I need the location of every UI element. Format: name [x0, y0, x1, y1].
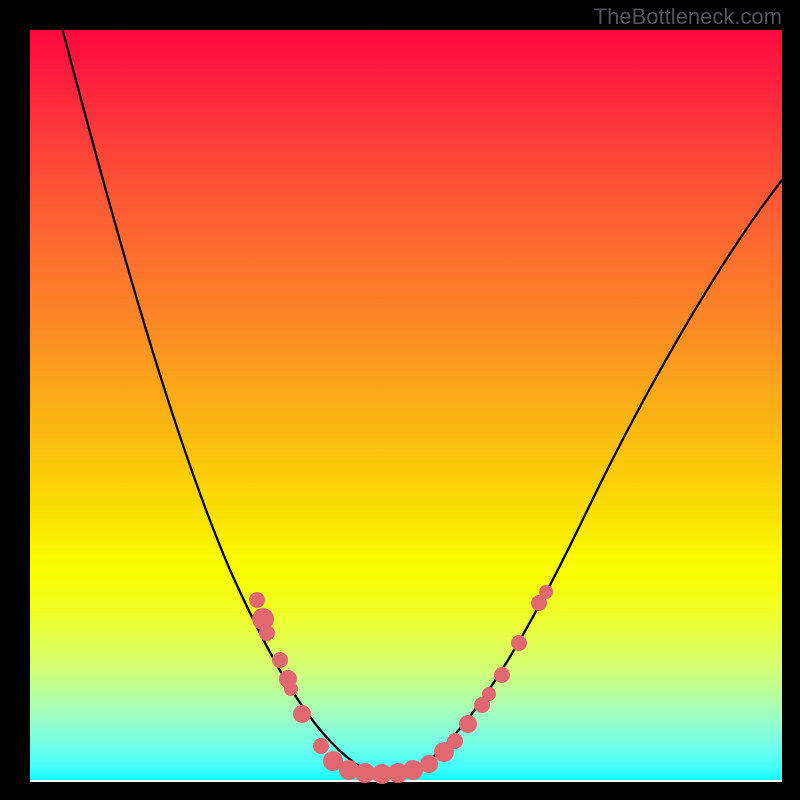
data-marker	[313, 738, 329, 754]
data-marker	[284, 682, 298, 696]
data-marker	[482, 687, 496, 701]
chart-frame: TheBottleneck.com	[0, 0, 800, 800]
data-marker	[403, 760, 423, 780]
data-marker	[539, 585, 553, 599]
data-marker	[447, 733, 463, 749]
data-marker	[293, 705, 311, 723]
watermark-text: TheBottleneck.com	[594, 4, 782, 30]
data-marker	[259, 625, 275, 641]
bottleneck-curve	[60, 20, 782, 776]
chart-overlay	[30, 30, 782, 782]
data-marker	[459, 715, 477, 733]
marker-group	[249, 585, 553, 784]
data-marker	[494, 667, 510, 683]
data-marker	[249, 592, 265, 608]
data-marker	[272, 652, 288, 668]
data-marker	[420, 755, 438, 773]
data-marker	[511, 635, 527, 651]
data-marker	[355, 763, 375, 783]
